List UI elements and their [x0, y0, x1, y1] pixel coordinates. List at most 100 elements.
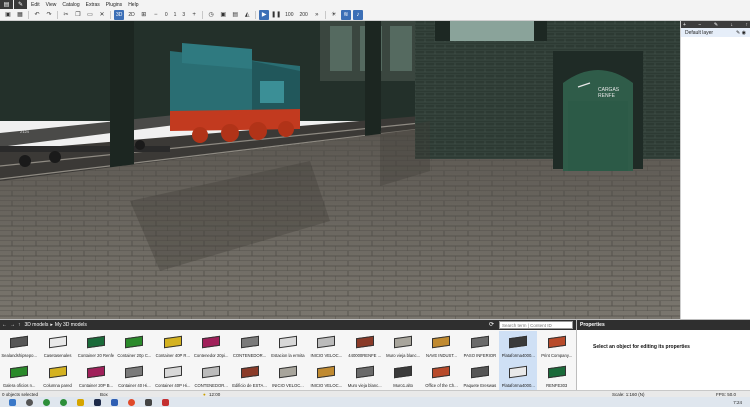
layer-1-button[interactable]: 1 — [172, 10, 179, 20]
properties-panel: Properties Select an object for editing … — [576, 320, 750, 391]
screenshot-icon[interactable]: ▣ — [218, 10, 228, 20]
plus-button[interactable]: + — [189, 10, 199, 20]
copy-button[interactable]: ❐ — [73, 10, 83, 20]
catalog-item[interactable]: 440000RENFE ... — [346, 331, 384, 361]
catalog-item[interactable]: INICIO VELOC... — [307, 331, 345, 361]
forward-arrow-icon[interactable]: → — [10, 322, 15, 328]
clock-icon[interactable]: ◷ — [206, 10, 216, 20]
catalog-item[interactable]: Muro vieja blanc... — [384, 331, 422, 361]
catalog-item[interactable]: Muro vieja blanc... — [346, 361, 384, 391]
catalog-item[interactable]: Columna pared — [38, 361, 76, 391]
layer-row-default[interactable]: Default layer ✎ ◉ — [681, 28, 750, 37]
catalog-item[interactable]: RENFE303 — [537, 361, 575, 391]
catalog-item[interactable]: Print Company... — [537, 331, 575, 361]
catalog-search-input[interactable] — [499, 321, 573, 329]
catalog-item[interactable]: Container 20P B... — [77, 361, 115, 391]
catalog-item[interactable]: Container 20 Renfe — [77, 331, 115, 361]
pause-button[interactable]: ❚❚ — [271, 10, 281, 20]
catalog-item[interactable]: INICIO VELOC... — [307, 361, 345, 391]
breadcrumb-current[interactable]: My 3D models — [55, 322, 87, 328]
catalog-item[interactable]: CONTENEDOR... — [230, 331, 268, 361]
remove-layer-icon[interactable]: − — [698, 22, 701, 28]
catalog-item[interactable]: Container 40 Hi... — [115, 361, 153, 391]
visibility-eye-icon[interactable]: ◉ — [742, 30, 746, 36]
layer-3-button[interactable]: 3 — [180, 10, 187, 20]
catalog-item[interactable]: Container 20p C... — [115, 331, 153, 361]
save-button[interactable]: ▣ — [3, 10, 13, 20]
app-icon-gray[interactable] — [145, 398, 152, 406]
app-icon-green[interactable] — [43, 398, 50, 406]
catalog-item[interactable]: Sealandshipsepo... — [0, 331, 38, 361]
minus-button[interactable]: − — [151, 10, 161, 20]
undo-button[interactable]: ↶ — [32, 10, 42, 20]
catalog-item-label: Container 40P R... — [155, 353, 190, 358]
edit-layer-icon[interactable]: ✎ — [714, 22, 718, 28]
layer-grid-icon[interactable]: ⊞ — [139, 10, 149, 20]
view-2d-button[interactable]: 2D — [126, 10, 136, 20]
catalog-item[interactable]: CONTENEDOR... — [192, 361, 230, 391]
word-icon[interactable] — [111, 398, 118, 406]
3d-viewport[interactable]: CARGAS RENFE 2124 — [0, 21, 680, 319]
scene-time: 12:00 — [209, 391, 221, 397]
catalog-item[interactable]: Muro1.alto — [384, 361, 422, 391]
app-icon-green-2[interactable] — [60, 398, 67, 406]
menu-plugins[interactable]: Plugins — [103, 2, 125, 8]
catalog-item-label: Container 40P Hi... — [155, 383, 191, 388]
model-thumbnail-icon — [391, 332, 415, 352]
catalog-item[interactable]: INICIO VELOC... — [269, 361, 307, 391]
grid-toggle-icon[interactable]: ▤ — [230, 10, 240, 20]
lock-icon[interactable]: ✎ — [736, 30, 740, 36]
start-icon[interactable] — [9, 398, 16, 406]
brightness-icon[interactable]: ☀ — [329, 10, 339, 20]
catalog-item[interactable]: Paquete Ereswas — [461, 361, 499, 391]
bottom-panel: ← → ↑ 3D models ▸ My 3D models ⟳ Sealand… — [0, 319, 750, 391]
catalog-item[interactable]: NAVE INDUST... — [422, 331, 460, 361]
catalog-item[interactable]: Contenedor 20pi... — [192, 331, 230, 361]
terrain-icon[interactable]: ◭ — [242, 10, 252, 20]
menu-help[interactable]: Help — [125, 2, 141, 8]
app-icon-dark[interactable] — [94, 398, 101, 406]
catalog-item[interactable]: Edificio de ESTA... — [230, 361, 268, 391]
edit-mode-icon[interactable]: ✎ — [14, 0, 27, 9]
search-icon[interactable] — [26, 398, 33, 406]
menu-catalog[interactable]: Catalog — [59, 2, 82, 8]
catalog-item[interactable]: Container 40P R... — [154, 331, 192, 361]
speed-100-button[interactable]: 100 — [283, 10, 295, 20]
weather-icon[interactable]: ≋ — [340, 9, 351, 20]
view-3d-button[interactable]: 3D — [114, 9, 125, 20]
speed-200-button[interactable]: 200 — [298, 10, 310, 20]
paste-button[interactable]: ▭ — [85, 10, 95, 20]
catalog-item[interactable]: PASO INFERIOR — [461, 331, 499, 361]
refresh-icon[interactable]: ⟳ — [489, 321, 497, 329]
delete-button[interactable]: ✕ — [97, 10, 107, 20]
folder-icon[interactable] — [77, 398, 84, 406]
breadcrumb-root[interactable]: 3D models — [25, 322, 49, 328]
catalog-item[interactable]: Container 40P Hi... — [154, 361, 192, 391]
app-icon-red[interactable] — [162, 398, 169, 406]
move-up-icon[interactable]: ↑ — [745, 22, 748, 28]
back-arrow-icon[interactable]: ← — [2, 322, 7, 328]
catalog-item[interactable]: Plataforma4000... — [499, 331, 538, 361]
model-thumbnail-icon — [545, 362, 569, 382]
catalog-item[interactable]: Galera oficios n... — [0, 361, 38, 391]
up-arrow-icon[interactable]: ↑ — [18, 322, 21, 328]
layer-0-button[interactable]: 0 — [163, 10, 170, 20]
open-button[interactable]: ▦ — [15, 10, 25, 20]
play-button[interactable]: ▶ — [259, 9, 270, 20]
catalog-item[interactable]: Casetasenales — [38, 331, 76, 361]
redo-button[interactable]: ↷ — [44, 10, 54, 20]
menu-extras[interactable]: Extras — [83, 2, 103, 8]
catalog-item[interactable]: Office of the Ch... — [422, 361, 460, 391]
add-layer-icon[interactable]: + — [683, 22, 686, 28]
sound-icon[interactable]: ♪ — [352, 9, 363, 20]
menu-view[interactable]: View — [43, 2, 60, 8]
cut-button[interactable]: ✂ — [61, 10, 71, 20]
save-icon[interactable]: ▤ — [0, 0, 13, 9]
chrome-icon[interactable] — [128, 398, 135, 406]
catalog-item[interactable]: Plataforma4000... — [499, 361, 538, 391]
move-down-icon[interactable]: ↓ — [731, 22, 734, 28]
menu-edit[interactable]: Edit — [28, 2, 43, 8]
fast-forward-button[interactable]: » — [312, 10, 322, 20]
catalog-item[interactable]: Estacion la ermita — [269, 331, 307, 361]
model-thumbnail-icon — [506, 362, 530, 382]
